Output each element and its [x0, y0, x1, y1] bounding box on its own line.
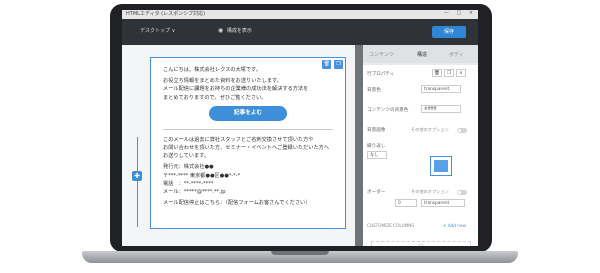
company-address: 〒***-**** 東京都●●区●●*-*-* [163, 172, 241, 179]
content-bg-label: コンテンツの背景色 [367, 108, 409, 113]
border-color-field[interactable]: transparent [421, 199, 465, 207]
tab-body[interactable]: ボディ [449, 49, 464, 61]
sidebar-tabs: コンテンツ 構造 ボディ [363, 45, 478, 63]
sidebar-strip [355, 45, 363, 246]
unsubscribe-text: メール配信停止はこちら：（配信フォームお客さんでください） [163, 200, 311, 207]
row-properties-panel: 行プロパティ 🗑 ❐ ∨ 背景色 transparent コンテンツの背景色 #… [363, 65, 478, 246]
laptop-mockup: HTMLエディタ (レスポンシブ対応) — □ × デスクトップ ∨ ◉ 構成を… [0, 0, 600, 273]
read-article-button[interactable]: 記事をよむ [209, 105, 287, 121]
device-label: デスクトップ [140, 28, 171, 34]
trash-icon[interactable]: 🗑 [432, 69, 442, 77]
bg-image-toggle[interactable] [457, 128, 467, 133]
column-slot[interactable]: 12 [371, 241, 471, 246]
company-phone: 電話 ：**-****-**** [163, 180, 214, 187]
editor-canvas: ✚ 🗑 ❐ こんにちは。株式会社レクスの大塚です。 お役立ち情報をまとめた資料を… [122, 45, 355, 246]
intro-line: お役立ち情報をまとめた資料をお送りいたします。 [163, 78, 282, 85]
editor-toolbar: デスクトップ ∨ ◉ 構成を表示 保存 [122, 19, 478, 45]
email-content-block[interactable]: 🗑 ❐ こんにちは。株式会社レクスの大塚です。 お役立ち情報をまとめた資料をお送… [150, 57, 346, 229]
content-bg-field[interactable]: #ffffff [421, 105, 461, 113]
company-email: メール：*****@****.**.jp [163, 189, 226, 196]
customize-columns-label: CUSTOMIZE COLUMNS [367, 223, 415, 228]
device-selector[interactable]: デスクトップ ∨ [140, 27, 175, 34]
add-column-link[interactable]: + Add new [443, 223, 466, 228]
row-guide-line [137, 137, 138, 227]
bg-image-label: 背景画像 [367, 128, 386, 133]
notice-line: お送りしています。 [163, 153, 210, 160]
notice-line: お問い合わせを頂いた方、セミナー・イベントへご登録いただいた方へ [163, 145, 330, 152]
copy-icon[interactable]: ❐ [334, 60, 343, 69]
greeting-text: こんにちは。株式会社レクスの大塚です。 [163, 67, 261, 73]
border-toggle[interactable] [457, 190, 467, 195]
intro-line: メール配信に課題をお持ちの企業様の成功法を解決する方法を [163, 86, 309, 93]
intro-line: まとめておりますので、ぜひご覧ください。 [163, 94, 267, 101]
repeat-label: 繰り返し [367, 144, 386, 149]
preview-label: 構成を表示 [226, 28, 252, 34]
company-info: 発行元：株式会社●● 〒***-**** 東京都●●区●●*-*-* 電話 ：*… [163, 163, 333, 196]
chevron-down-icon[interactable]: ∨ [456, 69, 466, 77]
content-divider [163, 128, 333, 130]
intro-paragraph: お役立ち情報をまとめた資料をお送りいたします。 メール配信に課題をお持ちの企業様… [163, 77, 333, 102]
notice-paragraph: このメールは過去に弊社スタッフとご名刺交換させて頂いた方や お問い合わせを頂いた… [163, 136, 333, 161]
save-button[interactable]: 保存 [432, 26, 466, 38]
border-label: ボーダー [367, 190, 386, 195]
trash-icon[interactable]: 🗑 [322, 60, 332, 69]
tab-content[interactable]: コンテンツ [369, 49, 394, 61]
company-name: 発行元：株式会社●● [163, 164, 214, 171]
block-tools: 🗑 ❐ [321, 60, 343, 69]
properties-sidebar: コンテンツ 構造 ボディ 行プロパティ 🗑 ❐ ∨ 背景色 transparen… [355, 45, 478, 246]
bg-color-field[interactable]: transparent [421, 85, 461, 93]
app-window: HTMLエディタ (レスポンシブ対応) — □ × デスクトップ ∨ ◉ 構成を… [122, 10, 478, 246]
repeat-select[interactable]: なし [367, 151, 387, 159]
window-title: HTMLエディタ (レスポンシブ対応) [122, 10, 478, 19]
border-width-field[interactable]: 0 [395, 199, 417, 207]
laptop-notch [271, 251, 329, 255]
tab-structure[interactable]: 構造 [417, 49, 427, 61]
window-controls[interactable]: — □ × [444, 10, 476, 16]
eye-icon: ◉ [218, 27, 224, 34]
bg-image-options: その他のオプション [411, 127, 449, 132]
chevron-down-icon: ∨ [171, 28, 176, 34]
preview-toggle[interactable]: ◉ 構成を表示 [218, 27, 252, 34]
color-swatch[interactable] [430, 156, 452, 176]
border-options: その他のオプション [411, 189, 449, 194]
copy-icon[interactable]: ❐ [444, 69, 454, 77]
bg-color-label: 背景色 [367, 88, 381, 93]
row-props-label: 行プロパティ [367, 72, 395, 77]
add-row-icon[interactable]: ✚ [132, 171, 142, 181]
notice-line: このメールは過去に弊社スタッフとご名刺交換させて頂いた方や [163, 136, 314, 143]
swatch-color [434, 160, 448, 172]
